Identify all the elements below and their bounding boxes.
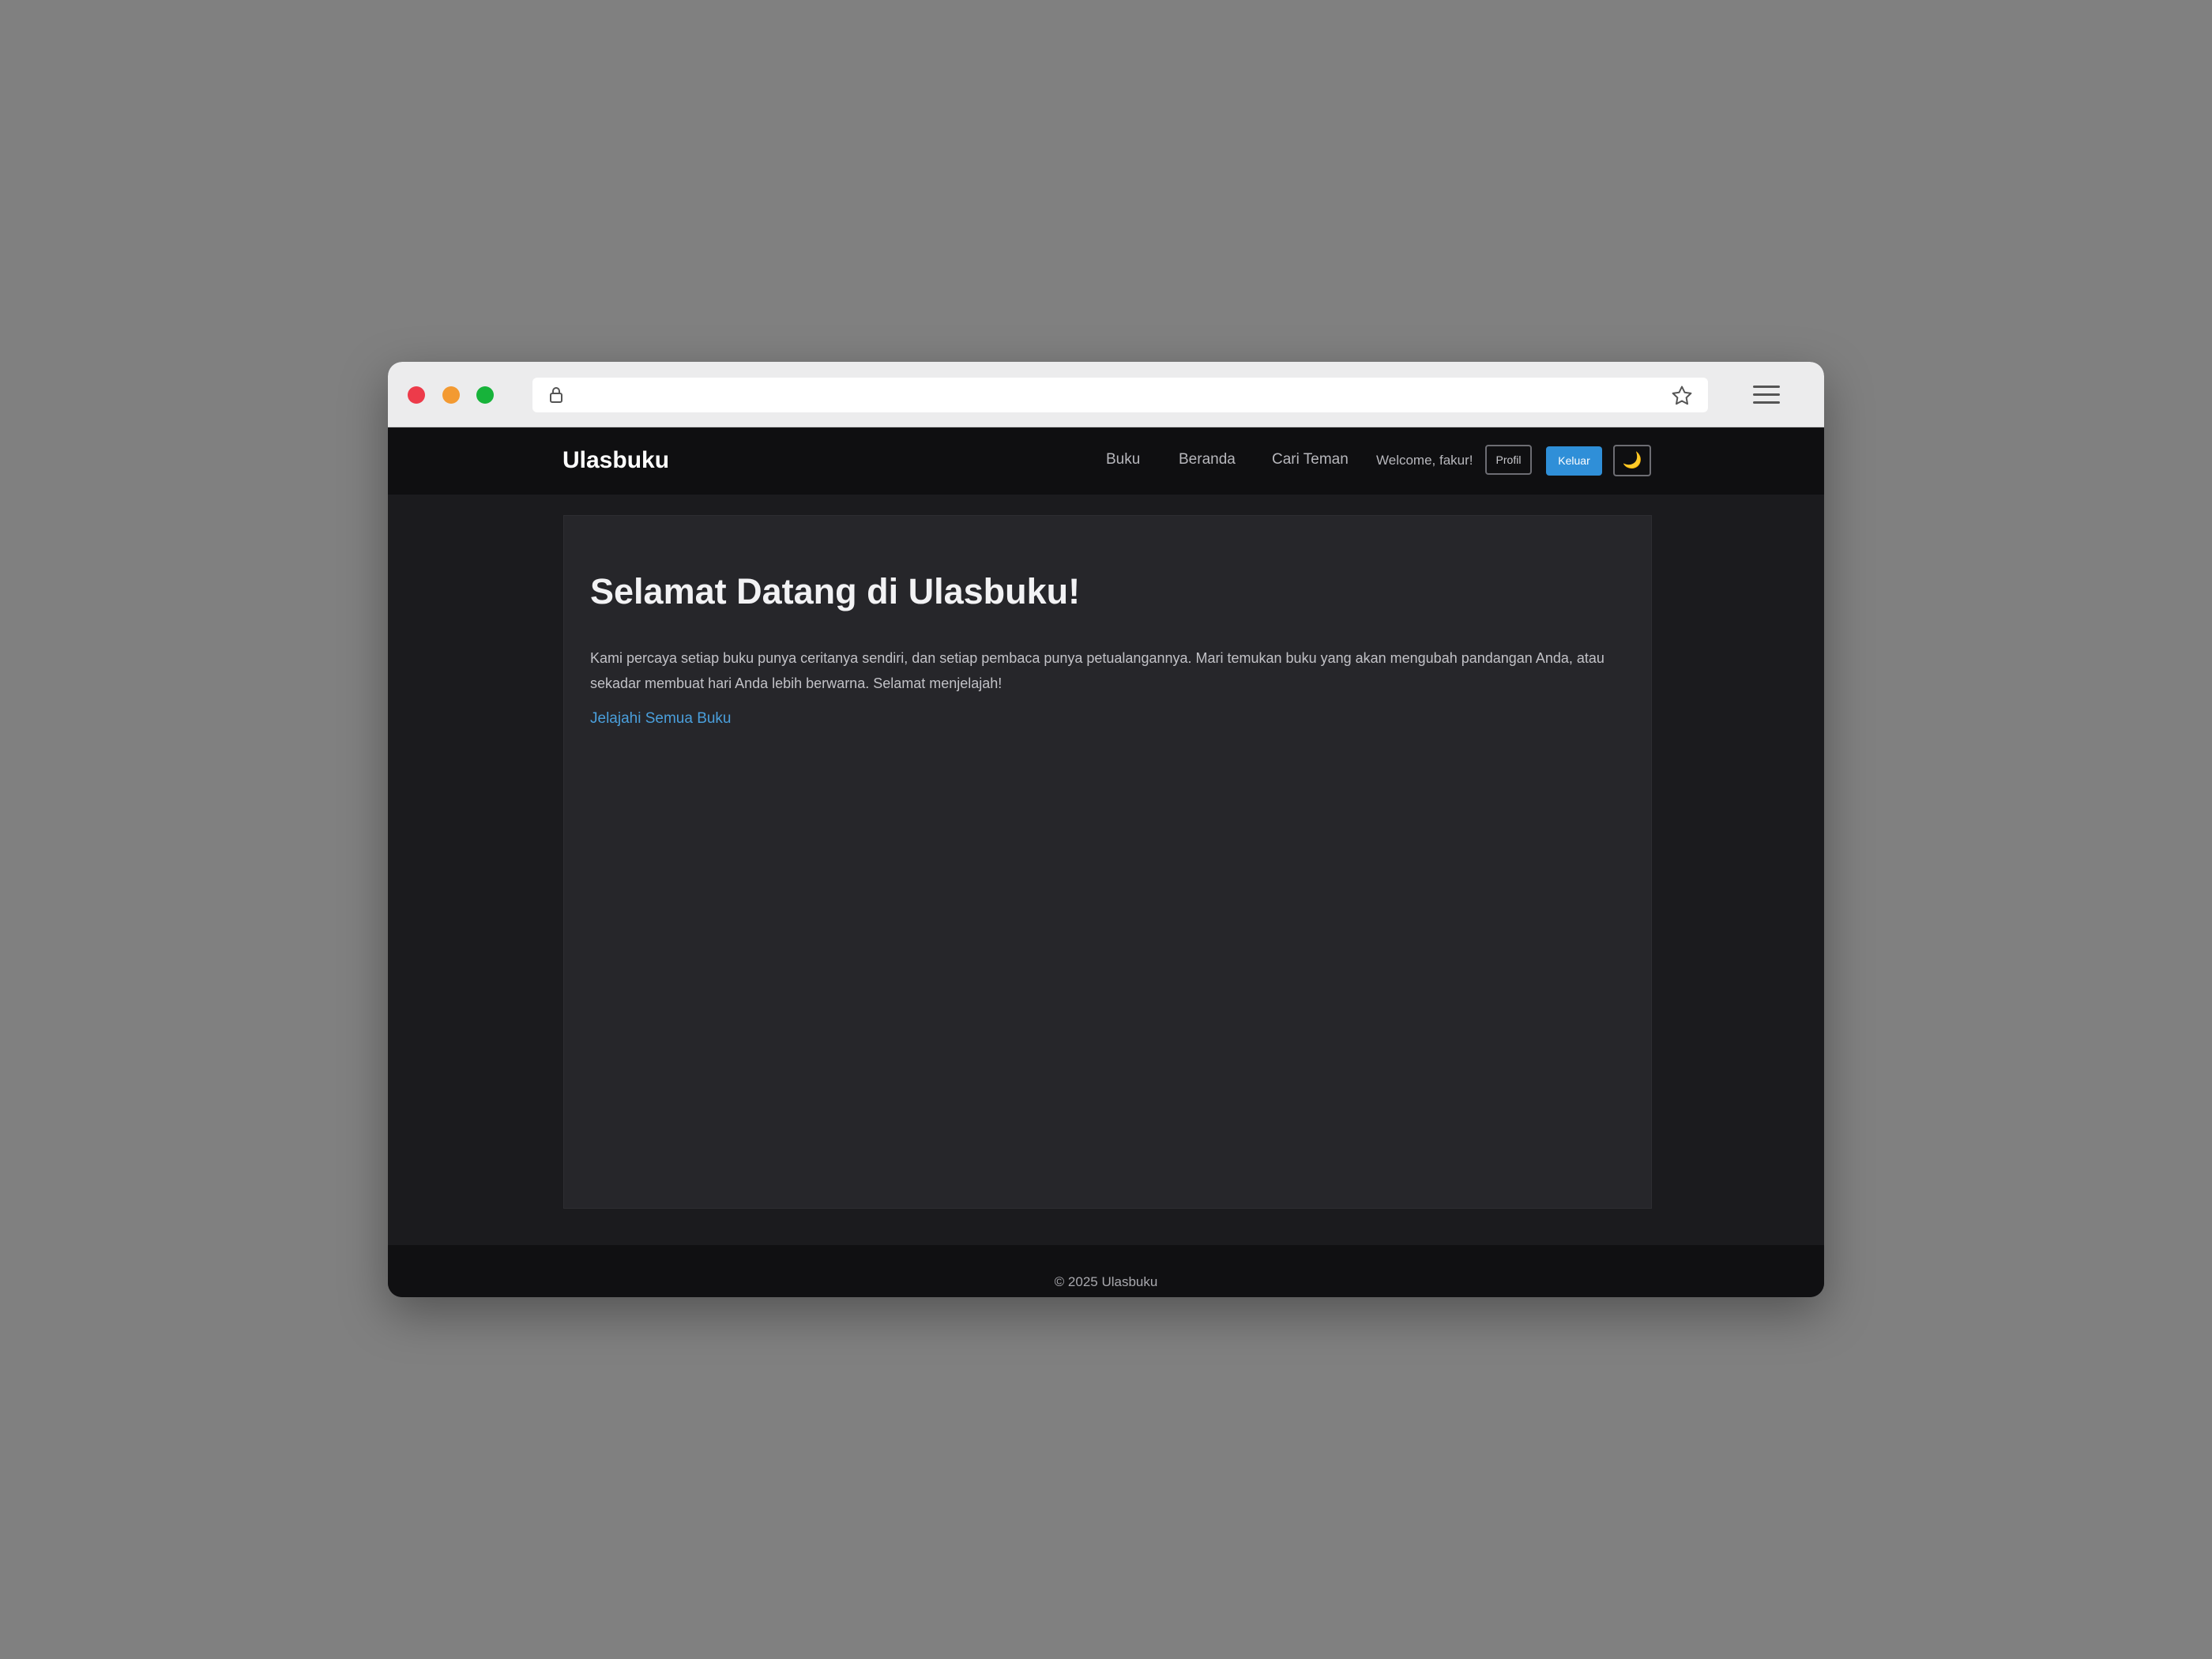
nav-link-cari-teman[interactable]: Cari Teman: [1272, 451, 1349, 468]
site-footer: © 2025 Ulasbuku: [388, 1245, 1824, 1297]
hero-card: Selamat Datang di Ulasbuku! Kami percaya…: [563, 515, 1652, 1209]
maximize-window-button[interactable]: [476, 386, 494, 404]
hero-description: Kami percaya setiap buku punya ceritanya…: [590, 650, 1604, 691]
star-icon[interactable]: [1670, 384, 1694, 408]
menu-icon[interactable]: [1753, 384, 1781, 406]
address-bar[interactable]: [532, 378, 1708, 412]
moon-icon: 🌙: [1622, 452, 1642, 469]
theme-toggle-button[interactable]: 🌙: [1613, 445, 1651, 476]
explore-books-link[interactable]: Jelajahi Semua Buku: [590, 710, 732, 728]
welcome-message: Welcome, fakur!: [1376, 453, 1473, 468]
page-title: Selamat Datang di Ulasbuku!: [590, 571, 1081, 611]
site-navbar: Ulasbuku Buku Beranda Cari Teman Welcome…: [388, 428, 1824, 495]
minimize-window-button[interactable]: [442, 386, 460, 404]
copyright-text: © 2025 Ulasbuku: [1054, 1274, 1158, 1289]
close-window-button[interactable]: [408, 386, 425, 404]
browser-window: Ulasbuku Buku Beranda Cari Teman Welcome…: [388, 362, 1824, 1297]
nav-link-beranda[interactable]: Beranda: [1179, 451, 1236, 468]
browser-titlebar: [388, 362, 1824, 427]
site-brand[interactable]: Ulasbuku: [562, 447, 669, 474]
profil-button[interactable]: Profil: [1485, 445, 1532, 475]
keluar-button[interactable]: Keluar: [1546, 446, 1602, 476]
nav-link-buku[interactable]: Buku: [1106, 451, 1140, 468]
lock-icon: [550, 387, 562, 403]
